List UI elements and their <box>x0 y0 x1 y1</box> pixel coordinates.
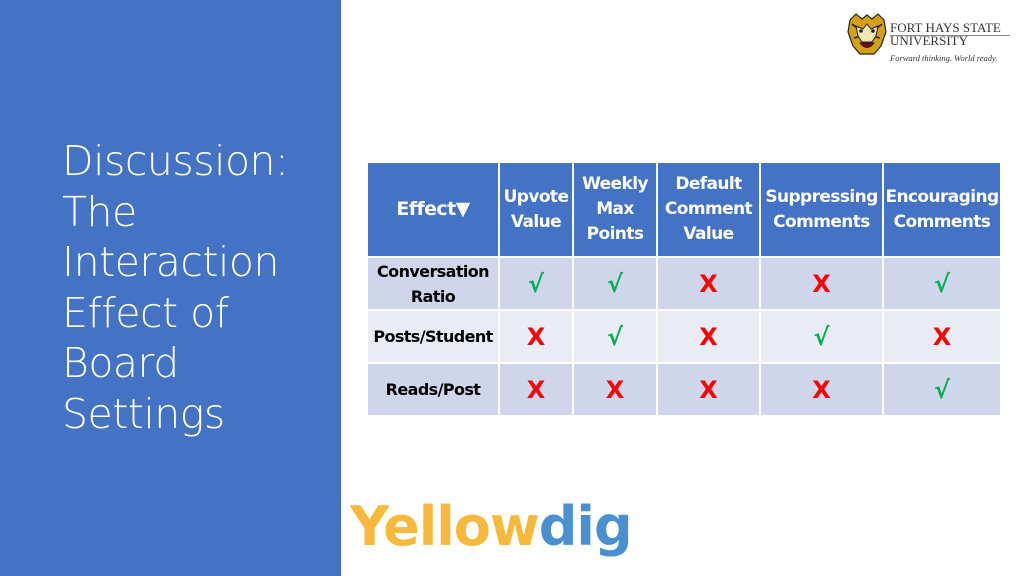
effect-mark: √ <box>606 269 623 298</box>
row-label-conversation-ratio: Conversation Ratio <box>366 256 500 311</box>
table-header-row: Effect▼ Upvote Value Weekly Max Points D… <box>366 161 1002 258</box>
sort-down-triangle-icon: ▼ <box>455 198 471 220</box>
effect-mark: X <box>605 375 625 404</box>
slide-title: Discussion: The Interaction Effect of Bo… <box>62 136 332 439</box>
effect-mark: X <box>932 322 952 351</box>
header-line: Encouraging <box>885 186 999 207</box>
table-cell: X <box>759 256 884 311</box>
title-line: Interaction <box>62 238 279 286</box>
row-label-line: Reads/Post <box>385 380 481 399</box>
effects-table: Effect▼ Upvote Value Weekly Max Points D… <box>366 161 1002 417</box>
header-line: Comments <box>773 211 870 232</box>
header-line: Comments <box>893 211 991 232</box>
effect-mark: √ <box>813 322 830 351</box>
effect-mark: X <box>526 322 546 351</box>
row-label-posts-student: Posts/Student <box>366 309 500 364</box>
header-line: Comment <box>664 199 753 219</box>
yellowdig-logo: Yellowdig <box>350 494 633 560</box>
title-line: Effect of <box>62 288 229 337</box>
effect-mark: √ <box>933 375 950 404</box>
header-line: Upvote <box>503 186 569 207</box>
title-line: Board <box>62 339 179 387</box>
table-cell: √ <box>882 362 1002 417</box>
fhsu-tagline: Forward thinking. World ready. <box>890 53 998 63</box>
header-line: Weekly <box>582 174 648 194</box>
title-panel: Discussion: The Interaction Effect of Bo… <box>0 0 341 576</box>
row-label-line: Conversation <box>377 261 490 281</box>
table-cell: X <box>498 362 574 417</box>
table-cell: √ <box>572 256 658 311</box>
yellowdig-logo-dig: dig <box>538 495 633 558</box>
effect-mark: √ <box>933 269 950 298</box>
effect-mark: X <box>699 269 718 298</box>
fhsu-divider <box>890 35 1010 36</box>
table-cell: X <box>759 362 884 417</box>
column-header-default-comment-value: Default Comment Value <box>656 161 761 258</box>
effect-mark: √ <box>606 322 623 351</box>
effect-mark: X <box>699 375 718 404</box>
column-header-encouraging-comments: Encouraging Comments <box>882 161 1002 258</box>
title-line: Settings <box>62 389 225 438</box>
yellowdig-logo-yellow: Yellow <box>350 495 540 558</box>
header-line: Points <box>586 224 644 244</box>
column-header-upvote-value: Upvote Value <box>498 161 574 258</box>
table-cell: X <box>498 309 574 364</box>
table-cell: X <box>882 309 1002 364</box>
row-label-line: Posts/Student <box>373 327 493 346</box>
effect-mark: X <box>699 322 718 351</box>
effect-column-header: Effect▼ <box>366 161 500 258</box>
column-header-weekly-max-points: Weekly Max Points <box>572 161 658 258</box>
row-label-line: Ratio <box>410 286 456 306</box>
table-row: Conversation Ratio √ √ X X √ <box>366 256 1002 311</box>
effect-mark: √ <box>527 269 544 298</box>
table-cell: √ <box>498 256 574 311</box>
effect-mark: X <box>812 269 831 298</box>
column-header-suppressing-comments: Suppressing Comments <box>759 161 884 258</box>
row-label-reads-post: Reads/Post <box>366 362 500 417</box>
title-line: Discussion: <box>62 137 289 185</box>
header-line: Default <box>675 174 742 194</box>
table-cell: √ <box>882 256 1002 311</box>
table-cell: X <box>572 362 658 417</box>
header-line: Value <box>510 211 562 232</box>
table-cell: √ <box>572 309 658 364</box>
effect-mark: X <box>526 375 546 404</box>
header-line: Max <box>596 199 634 219</box>
tiger-mascot-icon <box>847 13 887 55</box>
fhsu-logo: FORT HAYS STATE UNIVERSITY Forward think… <box>846 12 1016 68</box>
header-line: Suppressing <box>765 186 878 207</box>
fhsu-name: FORT HAYS STATE UNIVERSITY <box>890 21 1001 47</box>
table-row: Reads/Post X X X X √ <box>366 362 1002 417</box>
table-row: Posts/Student X √ X √ X <box>366 309 1002 364</box>
table-cell: X <box>656 256 761 311</box>
header-line: Value <box>683 224 734 244</box>
effect-header-label: Effect <box>396 198 456 220</box>
table-cell: X <box>656 309 761 364</box>
effect-mark: X <box>812 375 831 404</box>
table-cell: √ <box>759 309 884 364</box>
table-cell: X <box>656 362 761 417</box>
title-line: The <box>62 187 137 236</box>
